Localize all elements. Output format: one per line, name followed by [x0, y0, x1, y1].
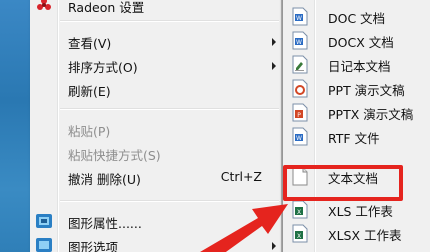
submenu-item-label: XLSX 工作表 [328, 228, 402, 243]
menu-item-label: 排序方式(O) [68, 60, 138, 75]
desktop-background [0, 0, 30, 252]
docx-file-icon: W [292, 31, 308, 50]
journal-file-icon [292, 55, 308, 74]
svg-text:X: X [297, 233, 301, 240]
menu-item-label: 图形属性...... [68, 216, 142, 231]
menu-item-label: 粘贴(P) [68, 124, 111, 139]
menu-separator [60, 20, 279, 22]
graphics-options-icon [35, 236, 53, 252]
menu-item-paste[interactable]: 粘贴(P) [30, 118, 282, 140]
submenu-arrow-icon [272, 62, 276, 70]
menu-item-shortcut: Ctrl+Z [220, 169, 262, 184]
xls-file-icon: X [292, 200, 308, 219]
menu-item-label: 刷新(E) [68, 84, 111, 99]
menu-item-label: 查看(V) [68, 36, 112, 51]
submenu-item-pptx[interactable]: P PPTX 演示文稿 [283, 100, 430, 124]
menu-item-graphics-properties[interactable]: 图形属性...... [30, 210, 282, 232]
submenu-item-doc[interactable]: W DOC 文档 [283, 4, 430, 28]
menu-separator [60, 200, 279, 202]
submenu-arrow-icon [272, 38, 276, 46]
graphics-properties-icon [35, 212, 53, 230]
doc-file-icon: W [292, 7, 308, 26]
menu-separator [60, 108, 279, 110]
new-file-submenu: W DOC 文档 W DOCX 文档 日记本文档 PPT 演示文稿 P PPTX… [282, 0, 430, 252]
highlight-box-annotation [283, 165, 403, 201]
svg-text:W: W [296, 15, 302, 22]
submenu-item-rtf[interactable]: W RTF 文件 [283, 124, 430, 148]
submenu-item-label: PPTX 演示文稿 [328, 107, 414, 122]
submenu-item-journal[interactable]: 日记本文档 [283, 52, 430, 76]
submenu-item-label: PPT 演示文稿 [328, 83, 405, 98]
svg-text:W: W [296, 135, 302, 142]
submenu-item-label: DOCX 文档 [328, 35, 394, 50]
xlsx-file-icon: X [292, 224, 308, 243]
submenu-item-label: XLS 工作表 [328, 204, 393, 219]
svg-text:P: P [297, 112, 301, 119]
svg-text:X: X [297, 209, 301, 216]
submenu-item-label: RTF 文件 [328, 131, 380, 146]
menu-item-radeon-settings[interactable]: Radeon 设置 [30, 0, 282, 16]
rtf-file-icon: W [292, 127, 308, 146]
radeon-icon [35, 0, 53, 14]
submenu-item-label: DOC 文档 [328, 11, 386, 26]
menu-item-label: Radeon 设置 [68, 0, 145, 15]
menu-item-label: 图形选项 [68, 240, 119, 252]
menu-item-undo-delete[interactable]: 撤消 删除(U) Ctrl+Z [30, 166, 282, 188]
submenu-item-label: 日记本文档 [328, 59, 391, 74]
menu-item-view[interactable]: 查看(V) [30, 30, 282, 52]
svg-text:W: W [296, 39, 302, 46]
submenu-arrow-icon [272, 242, 276, 250]
menu-item-label: 粘贴快捷方式(S) [68, 148, 161, 163]
menu-item-paste-shortcut[interactable]: 粘贴快捷方式(S) [30, 142, 282, 164]
submenu-item-xlsx[interactable]: X XLSX 工作表 [283, 221, 430, 245]
menu-item-graphics-options[interactable]: 图形选项 [30, 234, 282, 252]
desktop-context-menu: Radeon 设置 查看(V) 排序方式(O) 刷新(E) 粘贴(P) 粘贴快捷… [30, 0, 282, 252]
submenu-item-docx[interactable]: W DOCX 文档 [283, 28, 430, 52]
menu-item-sort-by[interactable]: 排序方式(O) [30, 54, 282, 76]
menu-item-refresh[interactable]: 刷新(E) [30, 78, 282, 100]
submenu-item-ppt[interactable]: PPT 演示文稿 [283, 76, 430, 100]
menu-item-label: 撤消 删除(U) [68, 172, 141, 187]
ppt-file-icon [292, 79, 308, 98]
pptx-file-icon: P [292, 103, 308, 122]
